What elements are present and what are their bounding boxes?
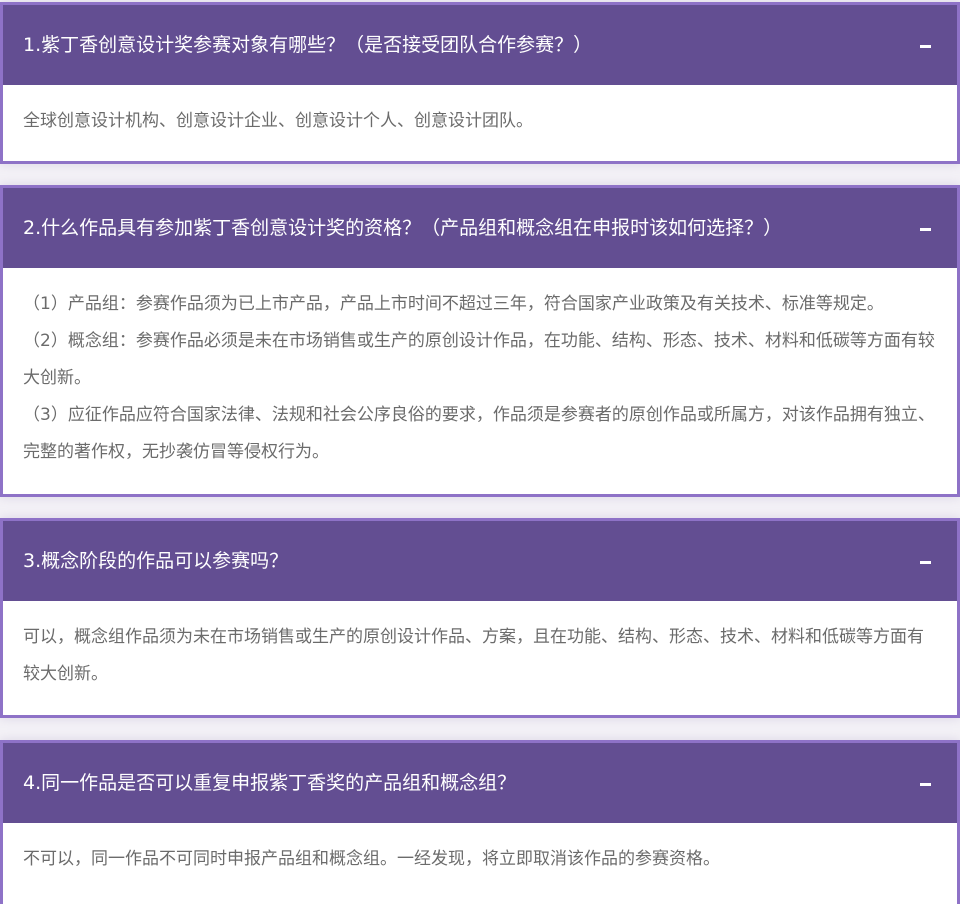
answer-paragraph: 全球创意设计机构、创意设计企业、创意设计个人、创意设计团队。 xyxy=(23,111,533,131)
faq-question-3[interactable]: 3.概念阶段的作品可以参赛吗？ xyxy=(3,521,957,601)
faq-question-1[interactable]: 1.紫丁香创意设计奖参赛对象有哪些？（是否接受团队合作参赛？） xyxy=(3,5,957,85)
minus-icon[interactable] xyxy=(917,743,935,823)
faq-answer-4: 不可以，同一作品不可同时申报产品组和概念组。一经发现，将立即取消该作品的参赛资格… xyxy=(3,823,957,878)
faq-question-text: 2.什么作品具有参加紫丁香创意设计奖的资格？（产品组和概念组在申报时该如何选择？… xyxy=(23,217,783,239)
faq-question-text: 3.概念阶段的作品可以参赛吗？ xyxy=(23,550,289,572)
answer-paragraph: 可以，概念组作品须为未在市场销售或生产的原创设计作品、方案，且在功能、结构、形态… xyxy=(23,627,924,684)
answer-paragraph: 不可以，同一作品不可同时申报产品组和概念组。一经发现，将立即取消该作品的参赛资格… xyxy=(23,849,720,869)
minus-icon[interactable] xyxy=(917,188,935,268)
minus-icon[interactable] xyxy=(917,521,935,601)
faq-item-4: 4.同一作品是否可以重复申报紫丁香奖的产品组和概念组？ 不可以，同一作品不可同时… xyxy=(0,740,960,904)
answer-paragraph: （2）概念组：参赛作品必须是未在市场销售或生产的原创设计作品，在功能、结构、形态… xyxy=(23,331,935,388)
answer-paragraph: （1）产品组：参赛作品须为已上市产品，产品上市时间不超过三年，符合国家产业政策及… xyxy=(23,294,884,314)
faq-question-text: 1.紫丁香创意设计奖参赛对象有哪些？（是否接受团队合作参赛？） xyxy=(23,34,593,56)
faq-item-1: 1.紫丁香创意设计奖参赛对象有哪些？（是否接受团队合作参赛？） 全球创意设计机构… xyxy=(0,2,960,164)
minus-icon[interactable] xyxy=(917,5,935,85)
answer-paragraph: （3）应征作品应符合国家法律、法规和社会公序良俗的要求，作品须是参赛者的原创作品… xyxy=(23,405,935,462)
faq-question-4[interactable]: 4.同一作品是否可以重复申报紫丁香奖的产品组和概念组？ xyxy=(3,743,957,823)
faq-answer-1: 全球创意设计机构、创意设计企业、创意设计个人、创意设计团队。 xyxy=(3,85,957,140)
faq-answer-3: 可以，概念组作品须为未在市场销售或生产的原创设计作品、方案，且在功能、结构、形态… xyxy=(3,601,957,693)
faq-question-text: 4.同一作品是否可以重复申报紫丁香奖的产品组和概念组？ xyxy=(23,772,517,794)
faq-answer-2: （1）产品组：参赛作品须为已上市产品，产品上市时间不超过三年，符合国家产业政策及… xyxy=(3,268,957,471)
faq-item-2: 2.什么作品具有参加紫丁香创意设计奖的资格？（产品组和概念组在申报时该如何选择？… xyxy=(0,185,960,497)
faq-question-2[interactable]: 2.什么作品具有参加紫丁香创意设计奖的资格？（产品组和概念组在申报时该如何选择？… xyxy=(3,188,957,268)
faq-item-3: 3.概念阶段的作品可以参赛吗？ 可以，概念组作品须为未在市场销售或生产的原创设计… xyxy=(0,518,960,718)
faq-list: 1.紫丁香创意设计奖参赛对象有哪些？（是否接受团队合作参赛？） 全球创意设计机构… xyxy=(0,0,960,904)
